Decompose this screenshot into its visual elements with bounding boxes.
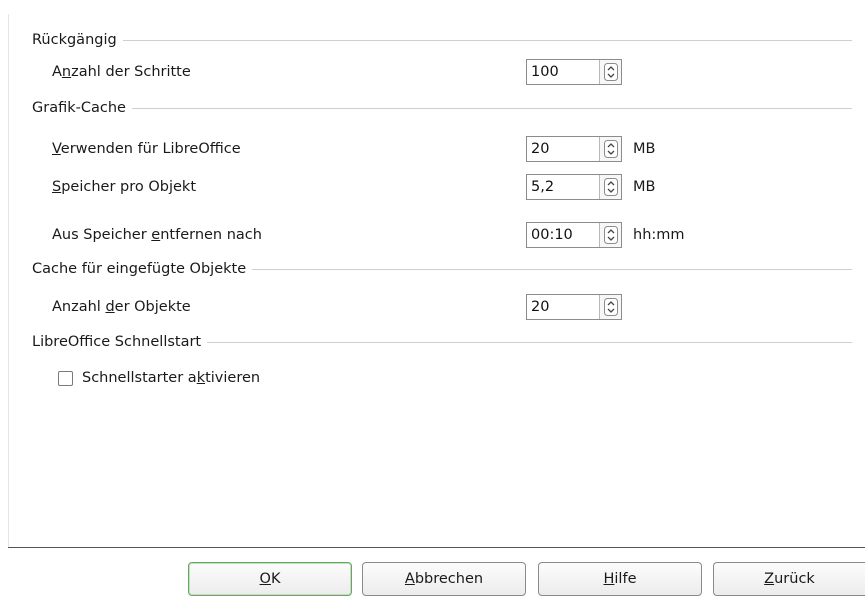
label-part: er Objekte <box>114 299 191 315</box>
memory-per-object-label: Speicher pro Objekt <box>52 176 196 198</box>
undo-steps-value[interactable]: 100 <box>527 60 599 84</box>
cancel-button[interactable]: Abbrechen <box>362 562 526 596</box>
undo-steps-spinbox[interactable]: 100 <box>526 59 622 85</box>
enable-quickstarter-row[interactable]: Schnellstarter aktivieren <box>58 367 260 389</box>
help-button[interactable]: Hilfe <box>538 562 702 596</box>
button-label: bbrechen <box>414 571 484 587</box>
undo-steps-label: Anzahl der Schritte <box>52 61 191 83</box>
remove-from-memory-unit: hh:mm <box>633 227 685 243</box>
use-for-libreoffice-value[interactable]: 20 <box>527 137 599 161</box>
mnemonic: k <box>196 370 206 386</box>
remove-from-memory-label: Aus Speicher entfernen nach <box>52 224 262 246</box>
mnemonic: S <box>52 179 62 195</box>
mnemonic: e <box>151 227 161 243</box>
left-frame-edge <box>8 14 9 547</box>
use-for-libreoffice-unit: MB <box>633 141 656 157</box>
memory-per-object-spinbox[interactable]: 5,2 <box>526 174 622 200</box>
section-quickstart-header: LibreOffice Schnellstart <box>32 332 852 352</box>
spin-stepper-icon[interactable] <box>599 137 621 161</box>
section-quickstart-title: LibreOffice Schnellstart <box>32 334 202 350</box>
remove-from-memory-value[interactable]: 00:10 <box>527 223 599 247</box>
use-for-libreoffice-label: Verwenden für LibreOffice <box>52 138 241 160</box>
button-label: K <box>270 571 281 587</box>
label-part: ntfernen nach <box>160 227 262 243</box>
remove-from-memory-spinbox[interactable]: 00:10 <box>526 222 622 248</box>
enable-quickstarter-label[interactable]: Schnellstarter aktivieren <box>82 370 260 386</box>
footer-separator <box>8 547 865 548</box>
section-undo-header: Rückgängig <box>32 30 852 50</box>
memory-per-object-unit: MB <box>633 179 656 195</box>
section-undo-rule <box>122 39 852 41</box>
object-count-value[interactable]: 20 <box>527 295 599 319</box>
label-part: zahl der Schritte <box>71 64 191 80</box>
back-button[interactable]: Zurück <box>713 562 865 596</box>
label-part: A <box>52 64 62 80</box>
mnemonic: V <box>52 141 61 157</box>
label-part: Aus Speicher <box>52 227 152 243</box>
spin-stepper-icon[interactable] <box>599 60 621 84</box>
section-inserted-objects-header: Cache für eingefügte Objekte <box>32 259 852 279</box>
mnemonic: Z <box>764 571 775 587</box>
label-part: tivieren <box>205 370 261 386</box>
ok-button[interactable]: OK <box>188 562 352 596</box>
mnemonic: A <box>404 571 415 587</box>
spin-stepper-icon[interactable] <box>599 295 621 319</box>
section-inserted-objects-title: Cache für eingefügte Objekte <box>32 261 247 277</box>
object-count-spinbox[interactable]: 20 <box>526 294 622 320</box>
section-graphics-cache-header: Grafik-Cache <box>32 98 852 118</box>
label-part: peicher pro Objekt <box>61 179 197 195</box>
section-inserted-objects-rule <box>252 268 852 270</box>
mnemonic: d <box>105 299 115 315</box>
memory-per-object-value[interactable]: 5,2 <box>527 175 599 199</box>
enable-quickstarter-checkbox[interactable] <box>58 370 73 386</box>
section-quickstart-rule <box>207 341 852 343</box>
section-graphics-cache-rule <box>131 107 852 109</box>
use-for-libreoffice-spinbox[interactable]: 20 <box>526 136 622 162</box>
section-undo-title: Rückgängig <box>32 32 117 48</box>
object-count-label: Anzahl der Objekte <box>52 296 191 318</box>
mnemonic: n <box>61 64 72 80</box>
memory-options-page: Rückgängig Anzahl der Schritte 100 Grafi… <box>0 0 865 600</box>
label-part: erwenden für LibreOffice <box>60 141 241 157</box>
button-label: ilfe <box>614 571 637 587</box>
section-graphics-cache-title: Grafik-Cache <box>32 100 126 116</box>
spin-stepper-icon[interactable] <box>599 223 621 247</box>
button-label: urück <box>774 571 815 587</box>
spin-stepper-icon[interactable] <box>599 175 621 199</box>
label-part: Anzahl <box>52 299 106 315</box>
mnemonic: O <box>259 571 271 587</box>
label-part: Schnellstarter a <box>82 370 197 386</box>
mnemonic: H <box>603 571 615 587</box>
